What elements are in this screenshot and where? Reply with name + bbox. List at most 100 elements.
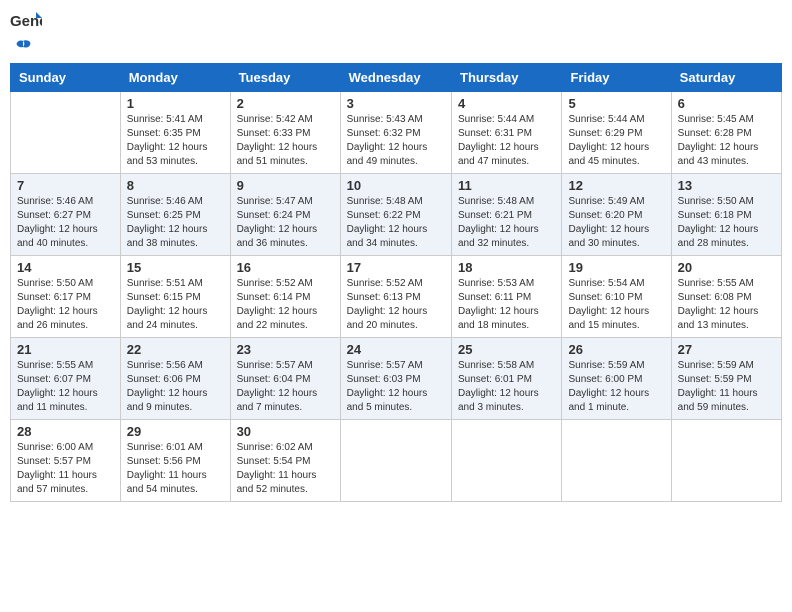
calendar-cell: 22 Sunrise: 5:56 AM Sunset: 6:06 PM Dayli… — [120, 338, 230, 420]
day-number: 4 — [458, 96, 555, 111]
calendar-cell: 11 Sunrise: 5:48 AM Sunset: 6:21 PM Dayli… — [452, 174, 562, 256]
cell-info: Sunrise: 5:59 AM Sunset: 6:00 PM Dayligh… — [568, 359, 664, 415]
day-number: 23 — [237, 342, 334, 357]
calendar-cell: 16 Sunrise: 5:52 AM Sunset: 6:14 PM Dayli… — [230, 256, 340, 338]
calendar-cell: 24 Sunrise: 5:57 AM Sunset: 6:03 PM Dayli… — [340, 338, 451, 420]
logo: General — [10, 10, 42, 55]
day-number: 1 — [127, 96, 224, 111]
column-header-sunday: Sunday — [11, 64, 121, 92]
day-number: 8 — [127, 178, 224, 193]
day-number: 10 — [347, 178, 445, 193]
cell-info: Sunrise: 5:55 AM Sunset: 6:07 PM Dayligh… — [17, 359, 114, 415]
day-number: 19 — [568, 260, 664, 275]
cell-info: Sunrise: 5:57 AM Sunset: 6:03 PM Dayligh… — [347, 359, 445, 415]
cell-info: Sunrise: 5:48 AM Sunset: 6:22 PM Dayligh… — [347, 195, 445, 251]
cell-info: Sunrise: 5:50 AM Sunset: 6:18 PM Dayligh… — [678, 195, 775, 251]
column-header-saturday: Saturday — [671, 64, 781, 92]
calendar-cell: 23 Sunrise: 5:57 AM Sunset: 6:04 PM Dayli… — [230, 338, 340, 420]
cell-info: Sunrise: 5:44 AM Sunset: 6:29 PM Dayligh… — [568, 113, 664, 169]
calendar-cell: 30Sunrise: 6:02 AM Sunset: 5:54 PM Dayli… — [230, 420, 340, 502]
calendar-cell: 19 Sunrise: 5:54 AM Sunset: 6:10 PM Dayli… — [562, 256, 671, 338]
calendar-cell: 6 Sunrise: 5:45 AM Sunset: 6:28 PM Daylig… — [671, 92, 781, 174]
day-number: 17 — [347, 260, 445, 275]
day-number: 20 — [678, 260, 775, 275]
cell-info: Sunrise: 5:46 AM Sunset: 6:25 PM Dayligh… — [127, 195, 224, 251]
cell-info: Sunrise: 6:01 AM Sunset: 5:56 PM Dayligh… — [127, 441, 224, 497]
day-number: 24 — [347, 342, 445, 357]
day-number: 13 — [678, 178, 775, 193]
calendar-cell — [340, 420, 451, 502]
cell-info: Sunrise: 5:55 AM Sunset: 6:08 PM Dayligh… — [678, 277, 775, 333]
day-number: 7 — [17, 178, 114, 193]
calendar-cell — [11, 92, 121, 174]
column-header-tuesday: Tuesday — [230, 64, 340, 92]
page-header: General — [10, 10, 782, 55]
cell-info: Sunrise: 5:50 AM Sunset: 6:17 PM Dayligh… — [17, 277, 114, 333]
calendar-cell — [562, 420, 671, 502]
day-number: 29 — [127, 424, 224, 439]
calendar-cell: 12 Sunrise: 5:49 AM Sunset: 6:20 PM Dayli… — [562, 174, 671, 256]
calendar-cell: 13 Sunrise: 5:50 AM Sunset: 6:18 PM Dayli… — [671, 174, 781, 256]
calendar-week-5: 28Sunrise: 6:00 AM Sunset: 5:57 PM Dayli… — [11, 420, 782, 502]
day-number: 27 — [678, 342, 775, 357]
day-number: 16 — [237, 260, 334, 275]
cell-info: Sunrise: 5:44 AM Sunset: 6:31 PM Dayligh… — [458, 113, 555, 169]
calendar-week-2: 7Sunrise: 5:46 AM Sunset: 6:27 PM Daylig… — [11, 174, 782, 256]
day-number: 14 — [17, 260, 114, 275]
calendar-cell — [452, 420, 562, 502]
column-header-thursday: Thursday — [452, 64, 562, 92]
calendar-week-3: 14 Sunrise: 5:50 AM Sunset: 6:17 PM Dayli… — [11, 256, 782, 338]
day-number: 18 — [458, 260, 555, 275]
logo-bird-icon — [12, 37, 34, 59]
calendar-cell: 4 Sunrise: 5:44 AM Sunset: 6:31 PM Daylig… — [452, 92, 562, 174]
day-number: 6 — [678, 96, 775, 111]
cell-info: Sunrise: 5:58 AM Sunset: 6:01 PM Dayligh… — [458, 359, 555, 415]
calendar-cell: 20 Sunrise: 5:55 AM Sunset: 6:08 PM Dayli… — [671, 256, 781, 338]
cell-info: Sunrise: 5:48 AM Sunset: 6:21 PM Dayligh… — [458, 195, 555, 251]
calendar-cell: 14 Sunrise: 5:50 AM Sunset: 6:17 PM Dayli… — [11, 256, 121, 338]
day-number: 22 — [127, 342, 224, 357]
calendar-cell: 3 Sunrise: 5:43 AM Sunset: 6:32 PM Daylig… — [340, 92, 451, 174]
day-number: 26 — [568, 342, 664, 357]
calendar-cell: 8 Sunrise: 5:46 AM Sunset: 6:25 PM Daylig… — [120, 174, 230, 256]
column-header-wednesday: Wednesday — [340, 64, 451, 92]
cell-info: Sunrise: 5:42 AM Sunset: 6:33 PM Dayligh… — [237, 113, 334, 169]
cell-info: Sunrise: 5:56 AM Sunset: 6:06 PM Dayligh… — [127, 359, 224, 415]
day-number: 12 — [568, 178, 664, 193]
day-number: 15 — [127, 260, 224, 275]
calendar-cell: 29 Sunrise: 6:01 AM Sunset: 5:56 PM Dayli… — [120, 420, 230, 502]
calendar-cell: 1 Sunrise: 5:41 AM Sunset: 6:35 PM Daylig… — [120, 92, 230, 174]
cell-info: Sunrise: 5:59 AM Sunset: 5:59 PM Dayligh… — [678, 359, 775, 415]
calendar-cell: 10 Sunrise: 5:48 AM Sunset: 6:22 PM Dayli… — [340, 174, 451, 256]
calendar-week-4: 21 Sunrise: 5:55 AM Sunset: 6:07 PM Dayli… — [11, 338, 782, 420]
day-number: 3 — [347, 96, 445, 111]
cell-info: Sunrise: 5:52 AM Sunset: 6:13 PM Dayligh… — [347, 277, 445, 333]
cell-info: Sunrise: 5:43 AM Sunset: 6:32 PM Dayligh… — [347, 113, 445, 169]
cell-info: Sunrise: 6:00 AM Sunset: 5:57 PM Dayligh… — [17, 441, 114, 497]
cell-info: Sunrise: 6:02 AM Sunset: 5:54 PM Dayligh… — [237, 441, 334, 497]
cell-info: Sunrise: 5:41 AM Sunset: 6:35 PM Dayligh… — [127, 113, 224, 169]
day-number: 9 — [237, 178, 334, 193]
day-number: 21 — [17, 342, 114, 357]
calendar-cell: 18Sunrise: 5:53 AM Sunset: 6:11 PM Dayli… — [452, 256, 562, 338]
day-number: 5 — [568, 96, 664, 111]
calendar-cell: 25 Sunrise: 5:58 AM Sunset: 6:01 PM Dayli… — [452, 338, 562, 420]
cell-info: Sunrise: 5:52 AM Sunset: 6:14 PM Dayligh… — [237, 277, 334, 333]
cell-info: Sunrise: 5:49 AM Sunset: 6:20 PM Dayligh… — [568, 195, 664, 251]
calendar-header-row: SundayMondayTuesdayWednesdayThursdayFrid… — [11, 64, 782, 92]
calendar-week-1: 1 Sunrise: 5:41 AM Sunset: 6:35 PM Daylig… — [11, 92, 782, 174]
cell-info: Sunrise: 5:51 AM Sunset: 6:15 PM Dayligh… — [127, 277, 224, 333]
calendar-cell: 17 Sunrise: 5:52 AM Sunset: 6:13 PM Dayli… — [340, 256, 451, 338]
cell-info: Sunrise: 5:47 AM Sunset: 6:24 PM Dayligh… — [237, 195, 334, 251]
cell-info: Sunrise: 5:45 AM Sunset: 6:28 PM Dayligh… — [678, 113, 775, 169]
calendar-table: SundayMondayTuesdayWednesdayThursdayFrid… — [10, 63, 782, 502]
cell-info: Sunrise: 5:57 AM Sunset: 6:04 PM Dayligh… — [237, 359, 334, 415]
calendar-cell: 21 Sunrise: 5:55 AM Sunset: 6:07 PM Dayli… — [11, 338, 121, 420]
cell-info: Sunrise: 5:54 AM Sunset: 6:10 PM Dayligh… — [568, 277, 664, 333]
calendar-cell — [671, 420, 781, 502]
day-number: 25 — [458, 342, 555, 357]
calendar-cell: 5 Sunrise: 5:44 AM Sunset: 6:29 PM Daylig… — [562, 92, 671, 174]
calendar-cell: 15 Sunrise: 5:51 AM Sunset: 6:15 PM Dayli… — [120, 256, 230, 338]
day-number: 11 — [458, 178, 555, 193]
column-header-friday: Friday — [562, 64, 671, 92]
